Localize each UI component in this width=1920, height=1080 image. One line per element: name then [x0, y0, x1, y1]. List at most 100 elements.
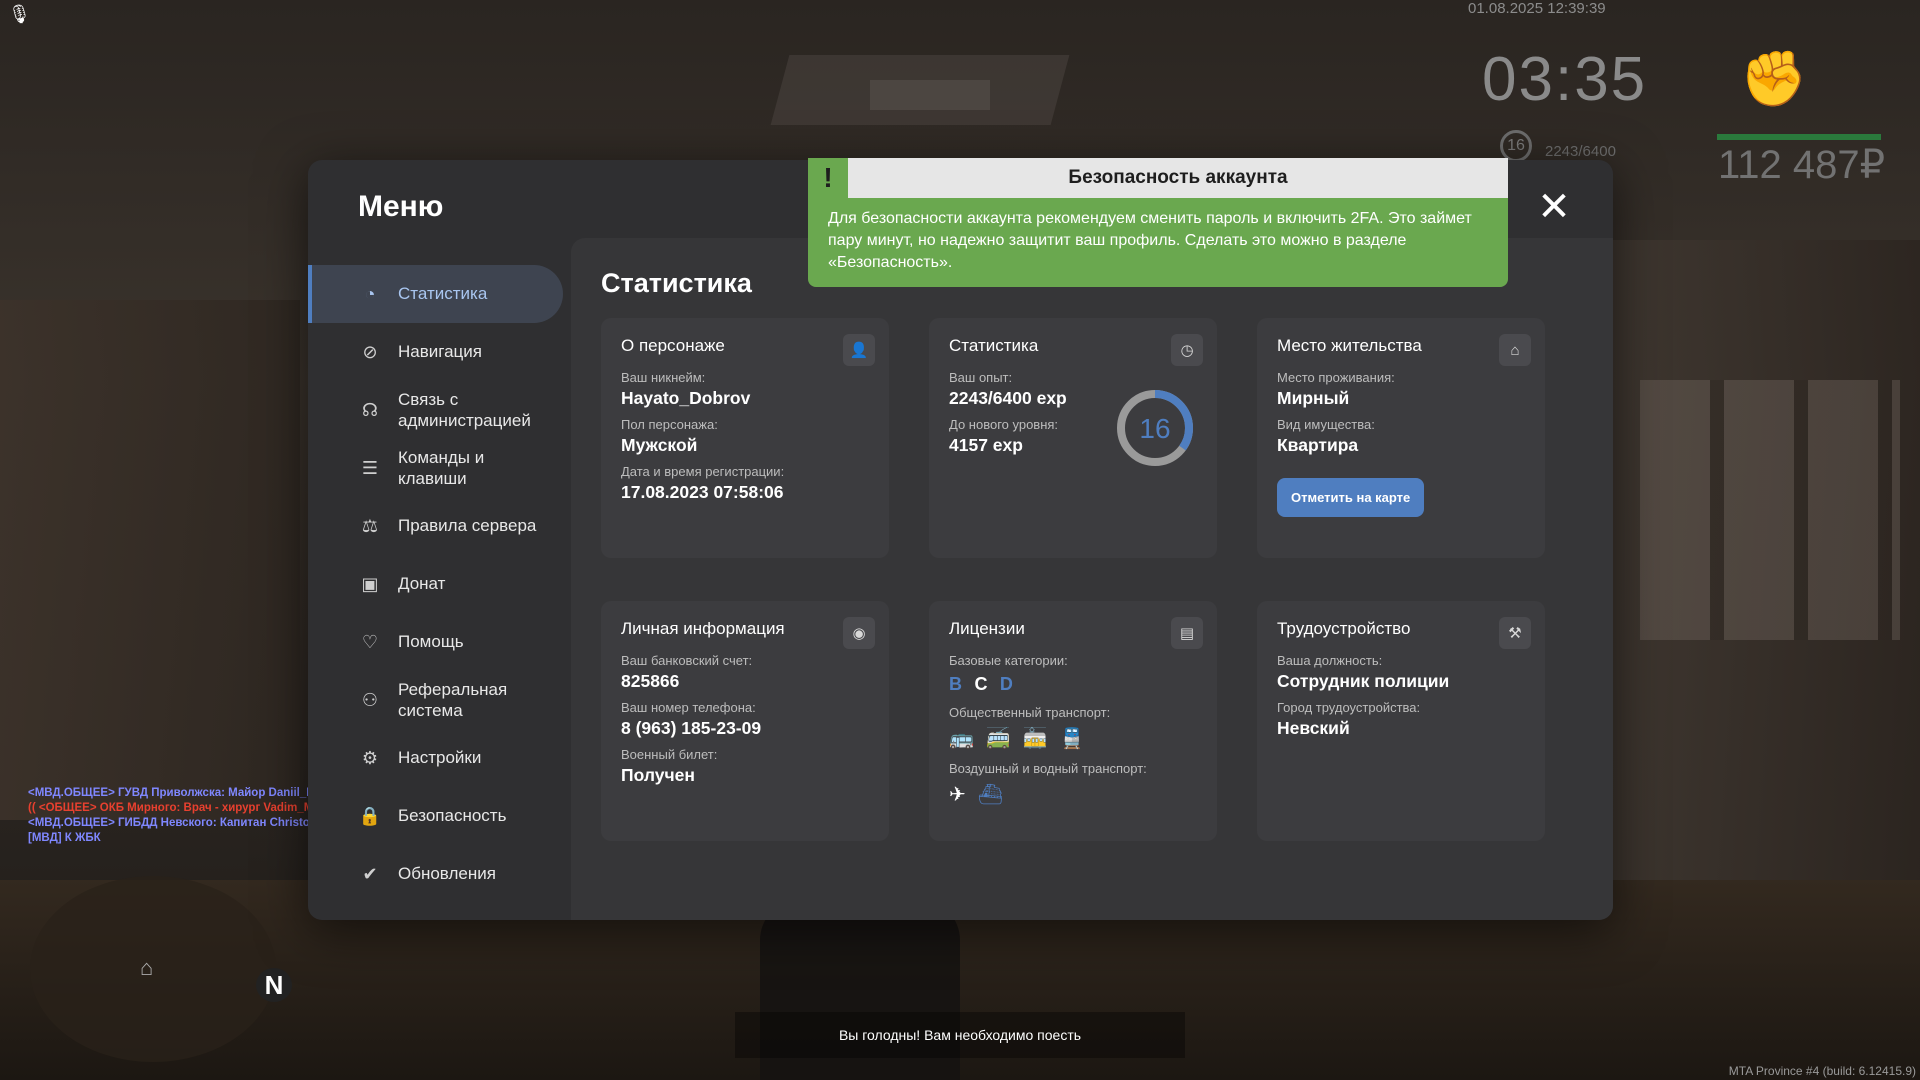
card-residence: Место жительства ⌂ Место проживания: Мир…: [1257, 318, 1545, 558]
house-icon: ⌂: [1499, 334, 1531, 366]
id-badge-icon: ◉: [843, 617, 875, 649]
sidebar-item-label: Реферальная система: [398, 680, 508, 720]
notification-text: Для безопасности аккаунта рекомендуем см…: [828, 210, 1472, 271]
trolleybus-icon: 🚎: [985, 728, 1011, 750]
work-city-value: Невский: [1277, 718, 1350, 738]
security-notification[interactable]: ! Безопасность аккаунта Для безопасности…: [808, 158, 1508, 287]
bank-account-value: 825866: [621, 671, 680, 691]
sidebar-item-security[interactable]: 🔒 Безопасность: [308, 787, 563, 845]
registration-value: 17.08.2023 07:58:06: [621, 482, 784, 502]
background-wanted-posters: [1640, 380, 1900, 640]
phone-value: 8 (963) 185-23-09: [621, 718, 762, 738]
license-category-b: B: [949, 674, 962, 694]
check-circle-icon: ✔: [362, 863, 378, 884]
sidebar-item-updates[interactable]: ✔ Обновления: [308, 845, 563, 903]
base-categories-label: Базовые категории:: [949, 653, 1068, 668]
people-icon: ⚇: [361, 689, 379, 710]
user-icon: 👤: [843, 334, 875, 366]
card-statistics: Статистика ◷ Ваш опыт: 2243/6400 exp До …: [929, 318, 1217, 558]
menu-title: Меню: [358, 190, 444, 223]
sidebar-item-rules[interactable]: ⚖ Правила сервера: [308, 497, 563, 555]
property-type-value: Квартира: [1277, 435, 1359, 455]
nickname-value: Hayato_Dobrov: [621, 388, 751, 408]
airplane-icon: ✈: [949, 784, 966, 806]
sidebar-item-label: Правила сервера: [398, 516, 537, 535]
bus-icon: 🚌: [949, 728, 974, 750]
registration-label: Дата и время регистрации:: [621, 464, 785, 479]
scales-icon: ⚖: [361, 515, 379, 536]
sidebar-item-label: Связь с администрацией: [398, 390, 531, 430]
sidebar-item-navigation[interactable]: ⊘ Навигация: [308, 323, 563, 381]
mark-on-map-button[interactable]: Отметить на карте: [1277, 478, 1425, 517]
card-personal-info: Личная информация ◉ Ваш банковский счет:…: [601, 601, 889, 841]
public-transport-icons: 🚌 🚎 🚋 🚆: [949, 726, 1197, 751]
property-type-label: Вид имущества:: [1277, 417, 1375, 432]
compass-icon: ⊘: [362, 341, 378, 362]
train-icon: 🚆: [1059, 728, 1085, 750]
build-info: MTA Province #4 (build: 6.12415.9): [1728, 1064, 1916, 1078]
hud-money: 112 487₽: [1718, 143, 1886, 187]
content-panel: Статистика О персонаже 👤 Ваш никнейм: Ha…: [571, 238, 1613, 920]
position-value: Сотрудник полиции: [1277, 671, 1450, 691]
sidebar-item-label: Обновления: [398, 864, 496, 883]
document-icon: ☰: [361, 457, 379, 478]
card-title: Трудоустройство: [1277, 619, 1411, 638]
work-city-label: Город трудоустройства:: [1277, 700, 1421, 715]
page-title: Статистика: [601, 268, 752, 298]
card-title: Статистика: [949, 336, 1039, 355]
card-title: О персонаже: [621, 336, 725, 355]
level-progress-ring: 16: [1117, 390, 1193, 466]
sidebar-item-label: Донат: [398, 574, 446, 593]
sidebar-item-contact-admin[interactable]: ☊ Связь с администрацией: [308, 381, 563, 439]
sidebar-item-referral[interactable]: ⚇ Реферальная система: [308, 671, 563, 729]
hud-exp: 2243/6400: [1545, 143, 1616, 160]
sidebar-item-label: Статистика: [398, 284, 488, 303]
sidebar-item-commands[interactable]: ☰ Команды и клавиши: [308, 439, 563, 497]
gear-icon: ⚙: [361, 747, 379, 768]
air-water-transport-label: Воздушный и водный транспорт:: [949, 761, 1147, 776]
heart-hand-icon: ♡: [361, 631, 379, 652]
residence-place-label: Место проживания:: [1277, 370, 1395, 385]
residence-place-value: Мирный: [1277, 388, 1350, 408]
sidebar-item-label: Навигация: [398, 342, 482, 361]
sidebar: ◔ Статистика ⊘ Навигация ☊ Связь с админ…: [308, 265, 563, 903]
background-ceiling-light: [870, 80, 990, 110]
license-categories: B C D: [949, 674, 1197, 695]
sidebar-item-help[interactable]: ♡ Помощь: [308, 613, 563, 671]
sidebar-item-label: Настройки: [398, 748, 482, 767]
phone-label: Ваш номер телефона:: [621, 700, 756, 715]
hunger-message: Вы голодны! Вам необходимо поесть: [735, 1012, 1185, 1058]
card-employment: Трудоустройство ⚒ Ваша должность: Сотруд…: [1257, 601, 1545, 841]
background-wall-left: [0, 300, 300, 820]
level-number: 16: [1139, 413, 1170, 444]
sidebar-item-statistics[interactable]: ◔ Статистика: [308, 265, 563, 323]
sidebar-item-label: Безопасность: [398, 806, 507, 825]
bank-account-label: Ваш банковский счет:: [621, 653, 753, 668]
fist-weapon-icon: ✊: [1740, 49, 1808, 109]
sidebar-item-settings[interactable]: ⚙ Настройки: [308, 729, 563, 787]
gender-value: Мужской: [621, 435, 698, 455]
hammer-icon: ⚒: [1499, 617, 1531, 649]
home-marker-icon: ⌂: [140, 955, 154, 980]
air-water-transport-icons: ✈ ⛴: [949, 782, 1197, 807]
boat-icon: ⛴: [977, 784, 1004, 806]
exclamation-icon: !: [823, 162, 833, 193]
card-title: Личная информация: [621, 619, 785, 638]
sidebar-item-label: Помощь: [398, 632, 464, 651]
close-button[interactable]: ✕: [1536, 187, 1572, 227]
nickname-label: Ваш никнейм:: [621, 370, 706, 385]
card-licenses: Лицензии ▤ Базовые категории: B C D Обще…: [929, 601, 1217, 841]
tram-icon: 🚋: [1022, 728, 1048, 750]
hud-health-bar: [1717, 134, 1881, 140]
license-category-d: D: [999, 674, 1013, 694]
license-category-c: C: [974, 674, 988, 694]
military-id-value: Получен: [621, 765, 695, 785]
license-card-icon: ▤: [1171, 617, 1203, 649]
minimap-north-indicator: N: [256, 968, 292, 1002]
sidebar-item-donate[interactable]: ▣ Донат: [308, 555, 563, 613]
clock-pie-icon: ◷: [1171, 334, 1203, 366]
pie-chart-icon: ◔: [364, 283, 376, 304]
position-label: Ваша должность:: [1277, 653, 1383, 668]
notification-title: Безопасность аккаунта: [848, 158, 1508, 198]
card-character: О персонаже 👤 Ваш никнейм: Hayato_Dobrov…: [601, 318, 889, 558]
